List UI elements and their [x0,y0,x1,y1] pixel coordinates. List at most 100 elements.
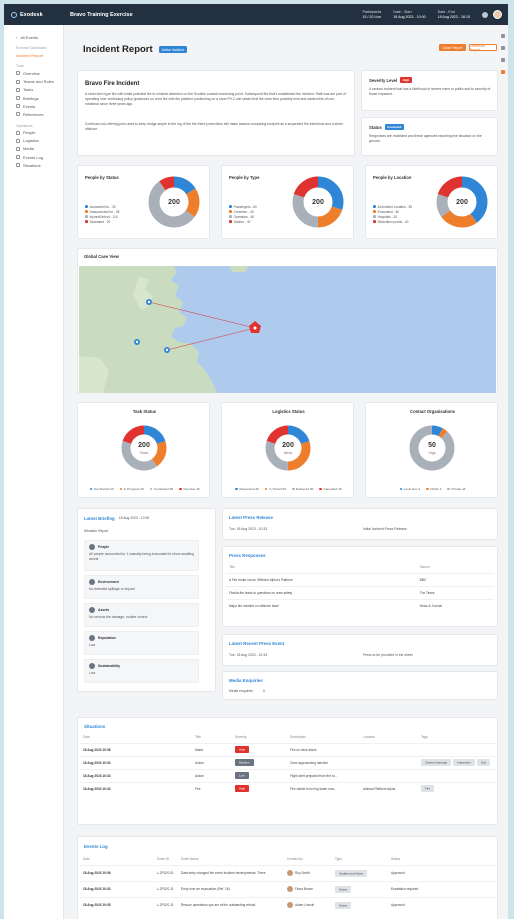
avatar [287,886,293,892]
sidebar-item-briefings[interactable]: Briefings [4,94,63,102]
media-count: 1 [262,689,265,693]
event-date: 18 Aug 2023 10:35 [80,897,154,913]
briefing-item-people: People All people accounted for 1 casualt… [84,540,199,571]
column-header: Tags [421,735,428,740]
map-marker-1[interactable] [146,299,152,305]
sidebar: ‹ All Events Exercise Dashboard Incident … [4,25,64,919]
event-date: 18 Aug 2023 10:33 [80,881,154,897]
legend-item: At-Incident Location - 80 [373,204,412,209]
status-card: Status Escalated Responses are mobilised … [361,117,498,156]
leaf-icon [89,579,95,585]
briefing-title[interactable]: Latest Briefing [84,516,115,521]
donut-total: 200 [312,199,324,206]
sidebar-item-media[interactable]: Media [4,145,63,153]
situation-title: Action [195,773,204,778]
sidebar-item-references[interactable]: References [4,110,63,118]
logo-icon [11,11,17,18]
table-row[interactable]: 18 Aug 2023 10:36 L-2F1E0-01 Data entry … [80,865,496,881]
main-content: Incident Report Active Incident Close Rep… [77,25,498,919]
document-icon[interactable] [501,46,505,50]
legend-text: Private 44 [451,487,466,491]
briefing-heading: Latest Briefing 18 Aug 2023 - 10:30 [84,516,149,521]
severity-tag: Low [235,772,249,779]
legend-swatch [291,487,295,491]
donut-wrap: 200 [144,172,204,237]
sidebar-item-people[interactable]: People [4,129,63,137]
date-text: 18 Aug 2023 [83,773,102,778]
sidebar-item-label: Events Log [23,154,44,160]
warning-icon [16,163,20,168]
close-report-button[interactable]: Close Report [439,44,466,51]
legend-text: Hospitals - 30 [377,214,398,219]
table-row[interactable]: 18 Aug 2023 10:33 Action Medium Crew app… [80,756,496,769]
situations-title: Situations [84,724,106,729]
recent-press-title[interactable]: Latest Recent Press Event [229,641,284,646]
response-title: A Fire broke out on Offshore Alpha's Pla… [229,577,293,582]
map[interactable] [79,266,496,393]
legend-text: Local Gov 4 [403,487,421,491]
incident-card: Bravo Fire Incident A short-form type fi… [77,70,355,156]
situation-description: Crew approaching hatches [290,760,328,765]
table-row[interactable]: Major fire incident on offshore base News… [226,599,494,612]
situation-tag[interactable]: Cleared damage [421,759,452,766]
donut-chart: 200 [436,176,488,228]
legend-text: Injured/Unhurt - 110 [89,214,118,219]
sidebar-item-tasks[interactable]: Tasks [4,86,63,94]
situation-tag[interactable]: Inspection [453,759,475,766]
sidebar-item-label: Overview [23,70,40,76]
help-icon[interactable] [482,11,488,18]
donut-legend: Not Started 40 In Progress 40 Completed 80… [78,487,211,491]
avatar[interactable] [493,10,502,19]
situation-tag[interactable]: Sort [476,759,491,766]
legend-text: At-Incident Location - 80 [377,204,413,209]
sidebar-item-situations[interactable]: Situations [4,161,63,169]
sidebar-item-overview[interactable]: Overview [4,69,63,77]
sidebar-item-events-log[interactable]: Events Log [4,153,63,161]
event-created-by: Adam Lincoln [284,897,332,913]
column-header: Title [229,565,235,570]
table-row[interactable]: Florida fire leads to questions on crew … [226,586,494,599]
print-icon[interactable] [501,58,505,62]
top-bar: Exodesk Bravo Training Exercise Particip… [4,4,508,25]
sidebar-item-incident-report[interactable]: Incident Report [4,51,63,59]
back-link[interactable]: ‹ All Events [4,33,63,41]
table-header: Title Source [226,562,494,573]
sidebar-item-events[interactable]: Events [4,102,63,110]
table-row[interactable]: 18 Aug 2023 10:33 Action Low Flight aler… [80,769,496,782]
download-report-button[interactable]: Download Report [469,44,497,52]
briefing-item-text: Low [89,671,96,675]
legend-item: Injured/Unhurt - 110 [85,214,119,219]
press-release-title[interactable]: Latest Press Release [229,515,273,520]
legend-item: Accounted for - 32 [85,204,119,209]
response-source: The Times [419,590,435,595]
chat-icon[interactable] [501,34,505,38]
map-marker-2[interactable] [134,339,140,345]
stat-participants: Participants 15 / 20 Live [362,10,381,19]
briefing-card: Latest Briefing 18 Aug 2023 - 10:30 Situa… [77,508,216,692]
table-row[interactable]: A Fire broke out on Offshore Alpha's Pla… [226,573,494,586]
donut-total: 200 [168,199,180,206]
column-header: Title [195,735,201,740]
situation-tag[interactable]: Fire [421,785,435,793]
table-row[interactable]: 18 Aug 2023 10:36 Alarm High Fire on dec… [80,743,496,756]
media-title[interactable]: Media Enquiries [229,678,263,683]
map-marker-3[interactable] [164,347,170,353]
briefing-sub: Situation Report [84,529,109,533]
media-card: Media Enquiries Media enquiries 1 [222,671,498,700]
brand[interactable]: Exodesk [4,11,66,18]
palette-icon[interactable] [501,70,505,74]
sidebar-item-teams[interactable]: Teams and Roles [4,78,63,86]
legend-item: Not Started 40 [89,487,114,491]
donut-legend: Accounted for - 32 Unaccounted for - 38 In… [85,204,119,224]
event-id: L-2F1E0-01 [157,871,174,875]
right-rail [498,34,508,82]
brand-name: Exodesk [20,11,43,18]
situation-tags: Cleared damage Inspection Sort [418,756,496,769]
legend-item: Completed 80 [149,487,173,491]
status-heading: Status Escalated [369,124,404,130]
legend-text: Requested 40 [239,487,259,491]
table-row[interactable]: 18 Aug 2023 10:43 Fire High Fire visible… [80,782,496,795]
table-row[interactable]: 18 Aug 2023 10:35 L-2F1E0-11 Rescue oper… [80,897,496,913]
sidebar-item-logistics[interactable]: Logistics [4,137,63,145]
table-row[interactable]: 18 Aug 2023 10:33 L-2F1E0-11 Entry over … [80,881,496,897]
